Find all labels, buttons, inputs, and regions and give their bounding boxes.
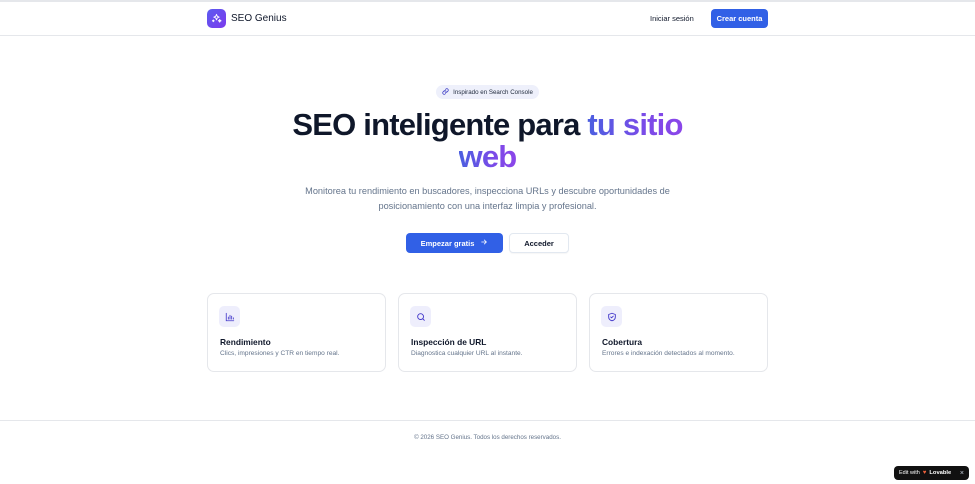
- edit-with-lovable-badge[interactable]: Edit with ♥ Lovable ×: [894, 466, 969, 480]
- shield-check-icon: [601, 306, 622, 327]
- hero-subtitle: Monitorea tu rendimiento en buscadores, …: [305, 186, 670, 211]
- brand-name: SEO Genius: [231, 13, 287, 24]
- feature-card-url-inspection: Inspección de URL Diagnostica cualquier …: [398, 293, 577, 372]
- access-button[interactable]: Acceder: [509, 233, 569, 253]
- inspired-badge-label: Inspirado en Search Console: [453, 88, 533, 96]
- copyright-text: © 2026 SEO Genius. Todos los derechos re…: [414, 434, 561, 441]
- feature-title: Cobertura: [602, 337, 643, 347]
- login-link[interactable]: Iniciar sesión: [650, 14, 694, 23]
- search-icon: [410, 306, 431, 327]
- feature-title: Inspección de URL: [411, 337, 487, 347]
- feature-card-performance: Rendimiento Clics, impresiones y CTR en …: [207, 293, 386, 372]
- close-icon[interactable]: ×: [960, 470, 964, 477]
- sparkles-icon: [207, 9, 226, 28]
- heart-icon: ♥: [922, 470, 927, 476]
- hero-title: SEO inteligente para tu sitio web: [0, 109, 975, 173]
- link-icon: [442, 87, 449, 97]
- feature-title: Rendimiento: [220, 337, 271, 347]
- feature-description: Errores e indexación detectados al momen…: [602, 350, 735, 357]
- signup-button[interactable]: Crear cuenta: [711, 9, 768, 28]
- hero-title-highlight-2: web: [458, 139, 518, 174]
- badge-prefix: Edit with: [899, 470, 920, 476]
- inspired-badge: Inspirado en Search Console: [436, 85, 539, 99]
- hero-title-highlight-1: tu sitio: [587, 107, 683, 142]
- feature-description: Clics, impresiones y CTR en tiempo real.: [220, 350, 340, 357]
- brand[interactable]: SEO Genius: [207, 9, 287, 28]
- page-footer: © 2026 SEO Genius. Todos los derechos re…: [0, 420, 975, 484]
- start-free-label: Empezar gratis: [420, 238, 475, 248]
- arrow-right-icon: [480, 238, 488, 248]
- feature-description: Diagnostica cualquier URL al instante.: [411, 350, 523, 357]
- top-navbar: SEO Genius Iniciar sesión Crear cuenta: [0, 2, 975, 36]
- badge-brand: Lovable: [929, 470, 952, 476]
- bar-chart-icon: [219, 306, 240, 327]
- feature-card-coverage: Cobertura Errores e indexación detectado…: [589, 293, 768, 372]
- start-free-button[interactable]: Empezar gratis: [406, 233, 503, 253]
- hero-title-main: SEO inteligente para: [292, 107, 588, 142]
